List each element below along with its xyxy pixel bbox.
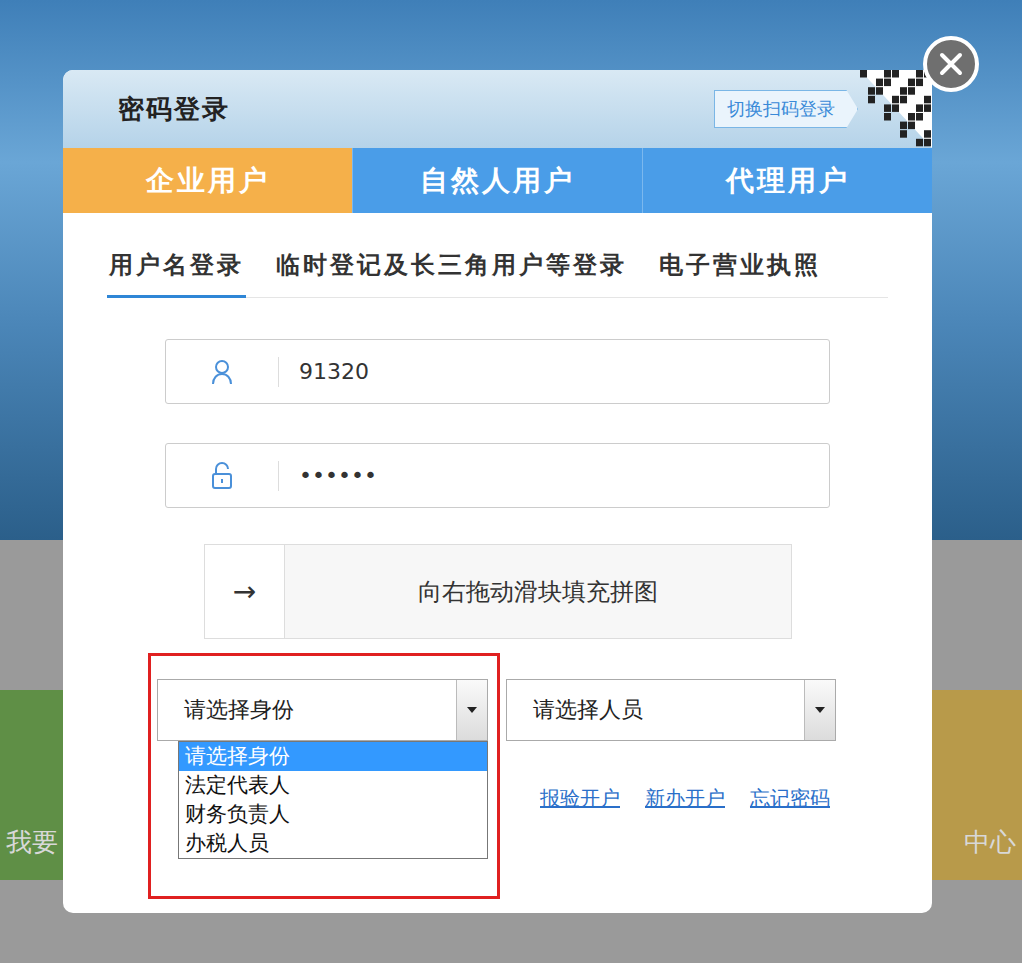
link[interactable]: 报验开户 bbox=[540, 785, 620, 812]
dropdown-option[interactable]: 请选择身份 bbox=[179, 742, 487, 771]
dropdown-arrow-icon bbox=[815, 707, 825, 713]
user-type-tab[interactable]: 自然人用户 bbox=[352, 148, 642, 213]
user-type-tab[interactable]: 企业用户 bbox=[63, 148, 352, 213]
field-icon-box bbox=[166, 461, 279, 491]
slider-captcha: →向右拖动滑块填充拼图 bbox=[204, 544, 792, 639]
qr-code-icon[interactable] bbox=[860, 70, 932, 148]
login-method-tab[interactable]: 电子营业执照 bbox=[657, 243, 823, 298]
role-select[interactable]: 请选择身份 bbox=[157, 679, 488, 741]
login-method-tab[interactable]: 临时登记及长三角用户等登录 bbox=[274, 243, 629, 298]
select-wrap: 请选择人员 bbox=[506, 679, 836, 741]
lock-icon bbox=[211, 462, 233, 490]
username-value: 91320 bbox=[279, 359, 369, 384]
dropdown-arrow-icon bbox=[467, 707, 477, 713]
user-icon bbox=[211, 359, 233, 385]
dialog-body: 用户名登录临时登记及长三角用户等登录电子营业执照 91320 •••••• →向右拖动… bbox=[63, 213, 932, 812]
login-method-tab[interactable]: 用户名登录 bbox=[107, 243, 246, 298]
page: 我要中心密码登录切换扫码登录企业用户自然人用户代理用户用户名登录临时登记及长三角… bbox=[0, 0, 1022, 963]
username-field[interactable]: 91320 bbox=[165, 339, 830, 404]
select-arrow[interactable] bbox=[804, 680, 835, 740]
switch-qr-button[interactable]: 切换扫码登录 bbox=[714, 90, 858, 128]
login-dialog: 密码登录切换扫码登录企业用户自然人用户代理用户用户名登录临时登记及长三角用户等登… bbox=[63, 70, 932, 913]
slider-handle[interactable]: → bbox=[205, 545, 285, 638]
dropdown-option[interactable]: 法定代表人 bbox=[179, 771, 487, 800]
role-select[interactable]: 请选择人员 bbox=[506, 679, 836, 741]
password-value: •••••• bbox=[279, 463, 377, 488]
link[interactable]: 忘记密码 bbox=[750, 785, 830, 812]
select-row: 请选择身份请选择身份法定代表人财务负责人办税人员请选择人员 bbox=[157, 679, 888, 741]
dropdown-option[interactable]: 办税人员 bbox=[179, 829, 487, 858]
user-type-tabs: 企业用户自然人用户代理用户 bbox=[63, 148, 932, 213]
slider-hint: 向右拖动滑块填充拼图 bbox=[285, 545, 791, 638]
dropdown-option[interactable]: 财务负责人 bbox=[179, 800, 487, 829]
select-wrap: 请选择身份请选择身份法定代表人财务负责人办税人员 bbox=[157, 679, 488, 741]
field-icon-box bbox=[166, 357, 279, 387]
dialog-header: 密码登录 切换扫码登录 bbox=[63, 70, 932, 148]
dropdown-list: 请选择身份法定代表人财务负责人办税人员 bbox=[178, 741, 488, 859]
dialog-title: 密码登录 bbox=[118, 92, 230, 127]
user-type-tab[interactable]: 代理用户 bbox=[642, 148, 932, 213]
login-method-tabs: 用户名登录临时登记及长三角用户等登录电子营业执照 bbox=[107, 243, 888, 298]
password-field[interactable]: •••••• bbox=[165, 443, 830, 508]
select-arrow[interactable] bbox=[456, 680, 487, 740]
close-icon[interactable] bbox=[923, 36, 979, 92]
link[interactable]: 新办开户 bbox=[645, 785, 725, 812]
